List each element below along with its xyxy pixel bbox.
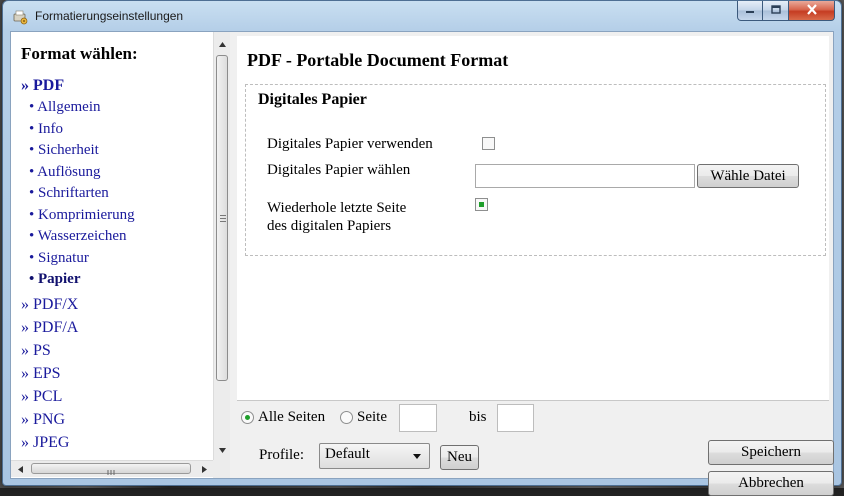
nav-link-schriftarten[interactable]: • Schriftarten [29, 183, 135, 205]
scroll-thumb[interactable] [216, 55, 228, 381]
repeat-last-page-label-line1: Wiederhole letzte Seite [267, 200, 407, 216]
choose-digital-paper-label: Digitales Papier wählen [267, 162, 411, 178]
scrollbar-corner [213, 460, 230, 478]
repeat-last-page-label-line2: des digitalen Papiers [267, 218, 392, 234]
page-range-radio[interactable] [340, 411, 353, 424]
use-digital-paper-label: Digitales Papier verwenden [267, 136, 433, 152]
nav-link-ps[interactable]: » PS [21, 339, 135, 362]
page-title: PDF - Portable Document Format [247, 50, 509, 70]
profile-value: Default [325, 446, 370, 462]
nav-heading: Format wählen: [21, 44, 138, 63]
repeat-last-page-checkbox[interactable] [475, 198, 488, 211]
save-button[interactable]: Speichern [708, 440, 834, 465]
triangle-right-icon [201, 460, 207, 478]
settings-panel: PDF - Portable Document Format Digitales… [237, 36, 829, 401]
nav-link-wasserzeichen[interactable]: • Wasserzeichen [29, 226, 135, 248]
new-profile-button[interactable]: Neu [440, 445, 479, 470]
pdf-subsection-list: • Allgemein • Info • Sicherheit • Auflös… [21, 97, 135, 293]
triangle-up-icon [218, 34, 226, 52]
section-title: Digitales Papier [258, 91, 367, 108]
nav-link-pcl[interactable]: » PCL [21, 385, 135, 408]
nav-horizontal-scrollbar[interactable] [11, 460, 213, 477]
dialog-client-area: Format wählen: » PDF • Allgemein • Info … [10, 31, 834, 496]
nav-link-info[interactable]: • Info [29, 119, 135, 141]
scroll-right-button[interactable] [196, 461, 212, 477]
nav-vertical-scrollbar[interactable] [213, 32, 230, 460]
nav-link-allgemein[interactable]: • Allgemein [29, 97, 135, 119]
nav-link-sicherheit[interactable]: • Sicherheit [29, 140, 135, 162]
settings-window: Formatierungseinstellungen Format wählen… [2, 0, 842, 496]
nav-link-pdfx[interactable]: » PDF/X [21, 293, 135, 316]
close-button[interactable] [789, 1, 835, 21]
horizontal-scroll-thumb[interactable] [31, 463, 191, 475]
nav-link-komprimierung[interactable]: • Komprimierung [29, 205, 135, 227]
dialog-footer: Alle Seiten Seite bis Profile: Default N… [237, 402, 834, 496]
maximize-button[interactable] [763, 1, 789, 21]
to-label: bis [469, 409, 487, 425]
window-title: Formatierungseinstellungen [35, 9, 184, 23]
page-label: Seite [357, 409, 387, 425]
nav-link-aufloesung[interactable]: • Auflösung [29, 162, 135, 184]
nav-link-papier[interactable]: • Papier [29, 269, 135, 291]
triangle-down-icon [218, 440, 226, 458]
page-to-input[interactable] [497, 404, 534, 432]
nav-link-pdf[interactable]: » PDF [21, 74, 135, 97]
all-pages-label: Alle Seiten [258, 409, 326, 425]
nav-link-jpeg[interactable]: » JPEG [21, 431, 135, 454]
minimize-icon [745, 2, 755, 20]
scroll-down-button[interactable] [214, 440, 230, 457]
choose-file-button[interactable]: Wähle Datei [697, 164, 799, 188]
chevron-down-icon [413, 454, 421, 459]
printer-gear-icon [12, 9, 28, 25]
all-pages-radio[interactable] [241, 411, 254, 424]
profile-select[interactable]: Default [319, 443, 430, 469]
nav-link-pdfa[interactable]: » PDF/A [21, 316, 135, 339]
close-icon [806, 2, 818, 20]
use-digital-paper-checkbox[interactable] [482, 137, 495, 150]
format-navigation: Format wählen: » PDF • Allgemein • Info … [11, 32, 230, 478]
maximize-icon [770, 2, 781, 20]
digital-paper-file-input[interactable] [475, 164, 695, 188]
cancel-button[interactable]: Abbrechen [708, 471, 834, 496]
format-item-pdf: » PDF • Allgemein • Info • Sicherheit • … [21, 74, 135, 293]
scroll-left-button[interactable] [12, 461, 28, 477]
minimize-button[interactable] [737, 1, 763, 21]
triangle-left-icon [17, 460, 23, 478]
title-bar[interactable]: Formatierungseinstellungen [3, 1, 841, 31]
nav-link-eps[interactable]: » EPS [21, 362, 135, 385]
format-list: » PDF • Allgemein • Info • Sicherheit • … [21, 74, 135, 454]
digital-paper-group: Digitales Papier Digitales Papier verwen… [245, 84, 826, 256]
nav-link-png[interactable]: » PNG [21, 408, 135, 431]
profile-label: Profile: [259, 447, 304, 463]
nav-link-signatur[interactable]: • Signatur [29, 248, 135, 270]
scroll-up-button[interactable] [214, 34, 230, 51]
page-from-input[interactable] [399, 404, 437, 432]
